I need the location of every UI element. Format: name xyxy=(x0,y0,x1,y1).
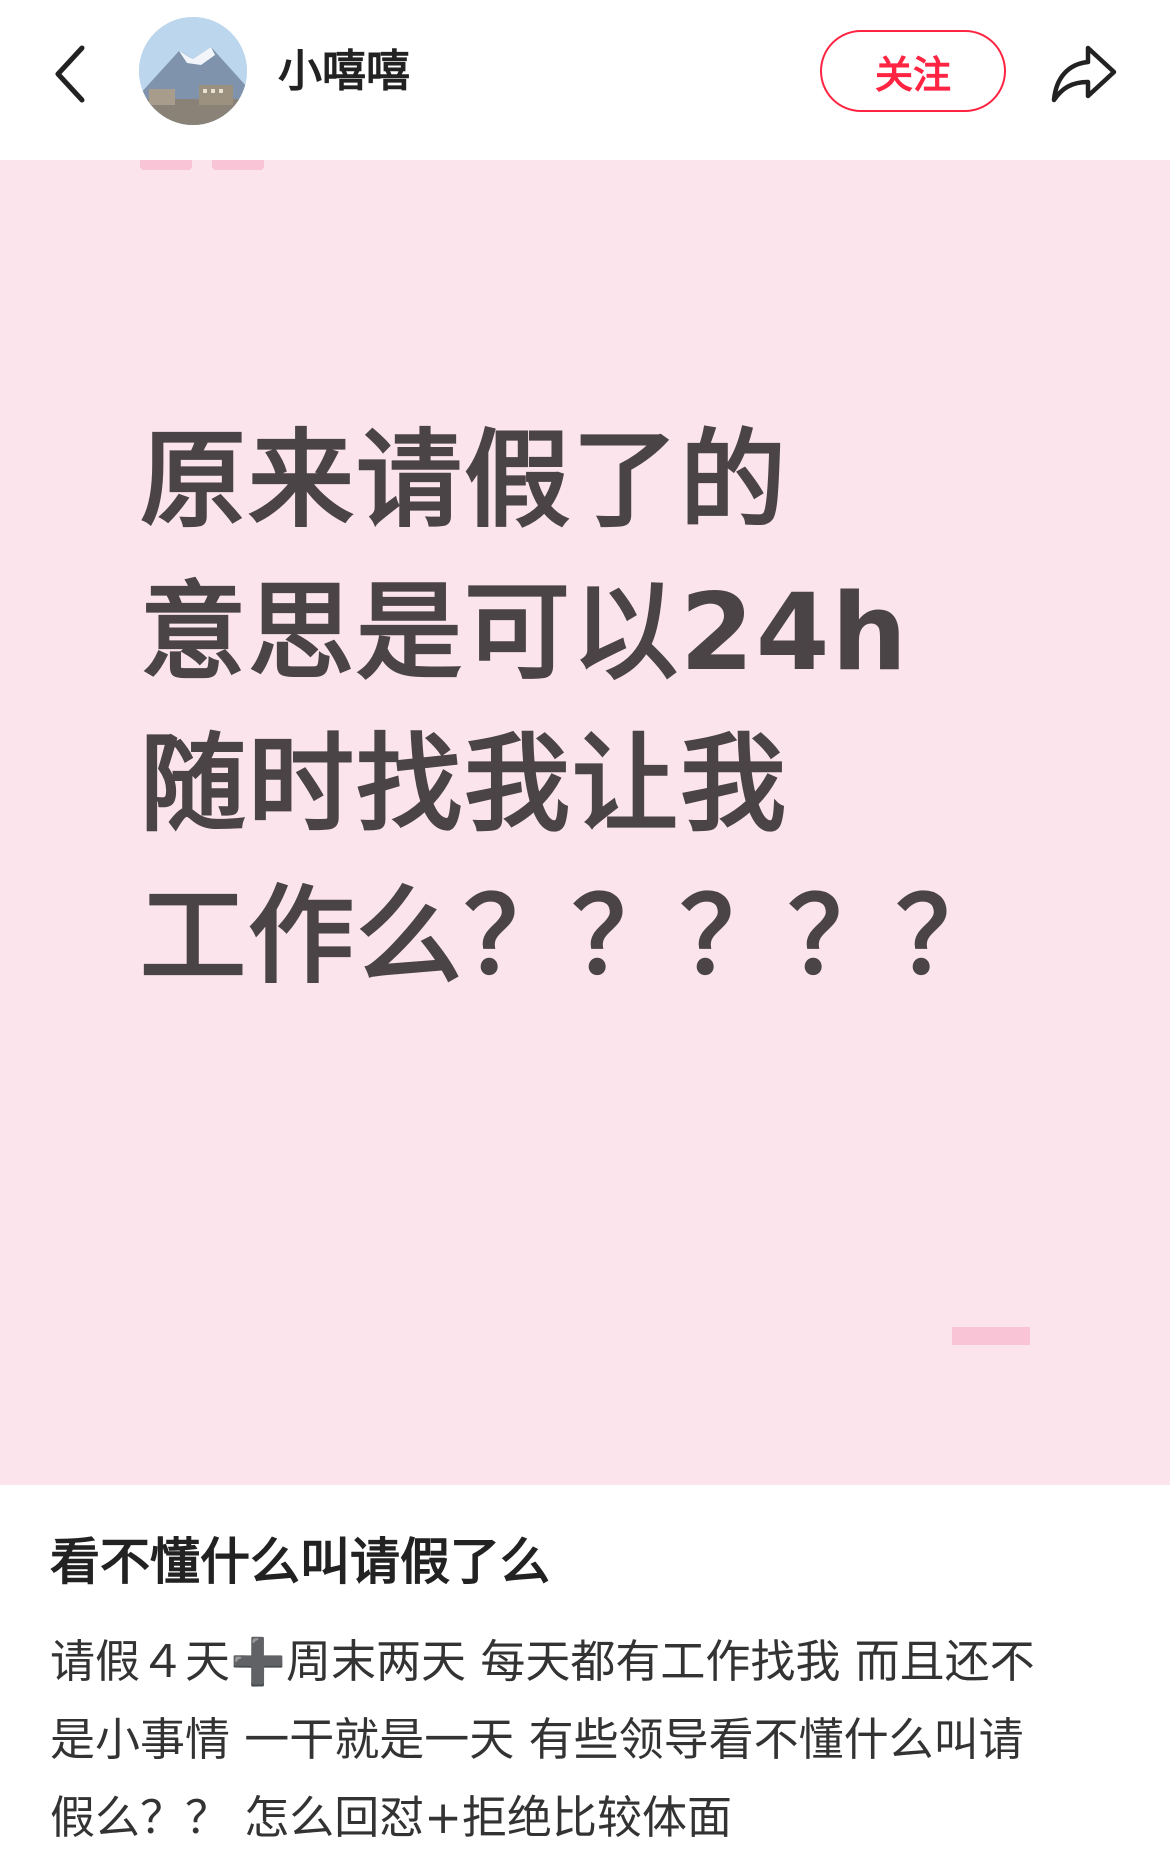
decorative-bar xyxy=(952,1327,1030,1345)
post-body: 请假４天➕周末两天 每天都有工作找我 而且还不 是小事情 一干就是一天 有些领导… xyxy=(50,1623,1130,1857)
post-body-line: 是小事情 一干就是一天 有些领导看不懂什么叫请 xyxy=(50,1713,1024,1766)
mountain-photo-avatar xyxy=(139,17,247,125)
author-name[interactable]: 小嘻嘻 xyxy=(278,44,410,100)
image-text-line: 意思是可以24h xyxy=(140,571,909,694)
image-text-line: 工作么？？？？？ xyxy=(140,875,1004,998)
share-button[interactable] xyxy=(1048,38,1120,108)
decorative-tab xyxy=(140,160,192,170)
image-text-line: 原来请假了的 xyxy=(140,419,788,542)
top-nav-bar: 小嘻嘻 关注 xyxy=(0,0,1170,160)
avatar[interactable] xyxy=(139,17,247,125)
post-title: 看不懂什么叫请假了么 xyxy=(50,1533,550,1591)
image-text-block: 原来请假了的 意思是可以24h 随时找我让我 工作么？？？？？ xyxy=(140,405,1140,1013)
post-body-line: 请假４天➕周末两天 每天都有工作找我 而且还不 xyxy=(50,1635,1035,1688)
share-arrow-icon xyxy=(1051,45,1117,103)
post-image[interactable]: 原来请假了的 意思是可以24h 随时找我让我 工作么？？？？？ xyxy=(0,160,1170,1485)
image-text-line: 随时找我让我 xyxy=(140,723,788,846)
chevron-left-icon xyxy=(55,45,85,103)
post-body-line: 假么？？ 怎么回怼+拒绝比较体面 xyxy=(50,1791,733,1844)
back-button[interactable] xyxy=(46,38,102,110)
decorative-tab xyxy=(212,160,264,170)
follow-button[interactable]: 关注 xyxy=(820,30,1006,112)
